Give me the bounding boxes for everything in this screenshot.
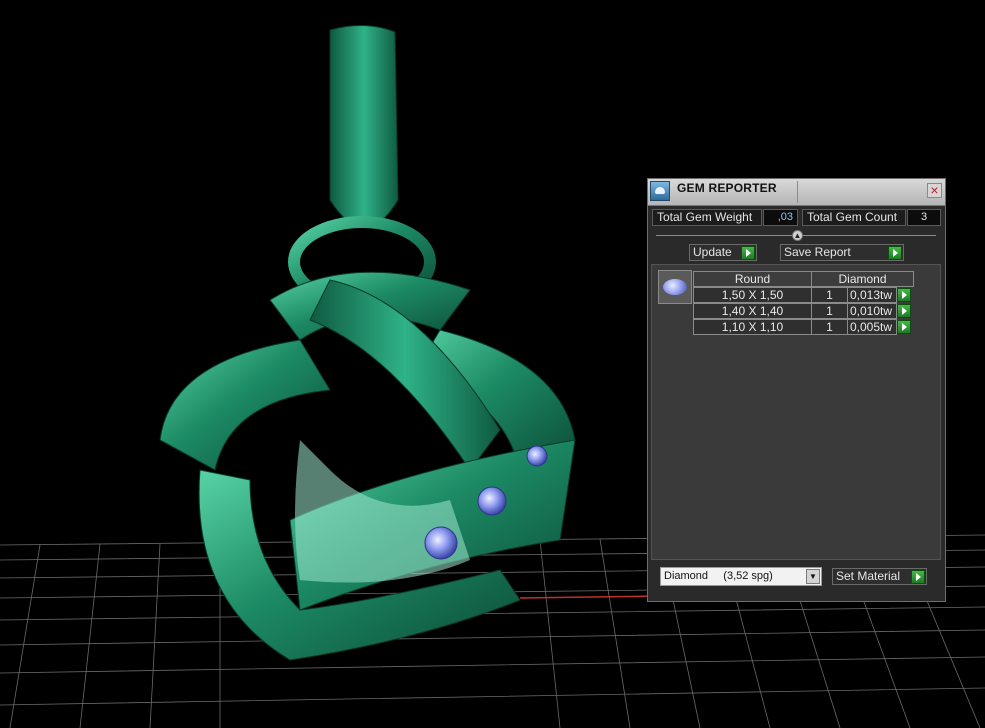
gem-count-cell: 1: [811, 303, 848, 319]
chevron-down-icon[interactable]: ▼: [806, 569, 820, 584]
gem-weight-cell: 0,013tw: [847, 287, 897, 303]
set-material-button-label: Set Material: [836, 569, 901, 583]
total-gem-weight-value: ,03: [763, 209, 798, 226]
update-button[interactable]: Update: [689, 244, 757, 261]
gem-count-cell: 1: [811, 319, 848, 335]
material-select-value: Diamond (3,52 spg): [664, 570, 773, 582]
gem-reporter-app-icon: [650, 181, 670, 201]
round-gem-shape-icon[interactable]: [658, 270, 692, 304]
title-bar[interactable]: GEM REPORTER ×: [648, 179, 945, 206]
column-header-shape: Round: [693, 271, 812, 287]
material-select[interactable]: Diamond (3,52 spg) ▼: [660, 567, 822, 586]
select-gem-arrow-icon[interactable]: [897, 320, 911, 334]
gem-reporter-panel: GEM REPORTER × Total Gem Weight ,03 Tota…: [647, 178, 946, 602]
select-gem-arrow-icon[interactable]: [897, 304, 911, 318]
save-report-button-label: Save Report: [784, 245, 851, 259]
save-report-button[interactable]: Save Report: [780, 244, 904, 261]
set-material-button[interactable]: Set Material: [832, 568, 927, 585]
gem-size-cell: 1,10 X 1,10: [693, 319, 812, 335]
gem-list: Round Diamond 1,50 X 1,50 1 0,013tw 1,40…: [651, 264, 941, 560]
gem-weight-cell: 0,010tw: [847, 303, 897, 319]
gem-count-cell: 1: [811, 287, 848, 303]
gem-stone[interactable]: [424, 526, 458, 560]
play-arrow-icon: [888, 246, 902, 260]
select-gem-arrow-icon[interactable]: [897, 288, 911, 302]
play-arrow-icon: [741, 246, 755, 260]
gem-size-cell: 1,50 X 1,50: [693, 287, 812, 303]
pendant-bail: [329, 24, 399, 228]
total-gem-count-label: Total Gem Count: [802, 209, 906, 226]
pendant-model[interactable]: [159, 24, 576, 661]
update-button-label: Update: [693, 245, 732, 259]
gem-size-cell: 1,40 X 1,40: [693, 303, 812, 319]
gem-stone[interactable]: [526, 445, 548, 467]
total-gem-count-value: 3: [907, 209, 941, 226]
window-title: GEM REPORTER: [677, 181, 777, 195]
play-arrow-icon: [911, 570, 925, 584]
title-separator: [797, 181, 798, 203]
total-gem-weight-label: Total Gem Weight: [652, 209, 762, 226]
close-icon[interactable]: ×: [927, 183, 942, 198]
column-header-material: Diamond: [811, 271, 914, 287]
collapse-toggle-icon[interactable]: ▲: [792, 230, 803, 241]
band-inner: [295, 440, 470, 583]
gem-weight-cell: 0,005tw: [847, 319, 897, 335]
gem-stone[interactable]: [477, 486, 507, 516]
